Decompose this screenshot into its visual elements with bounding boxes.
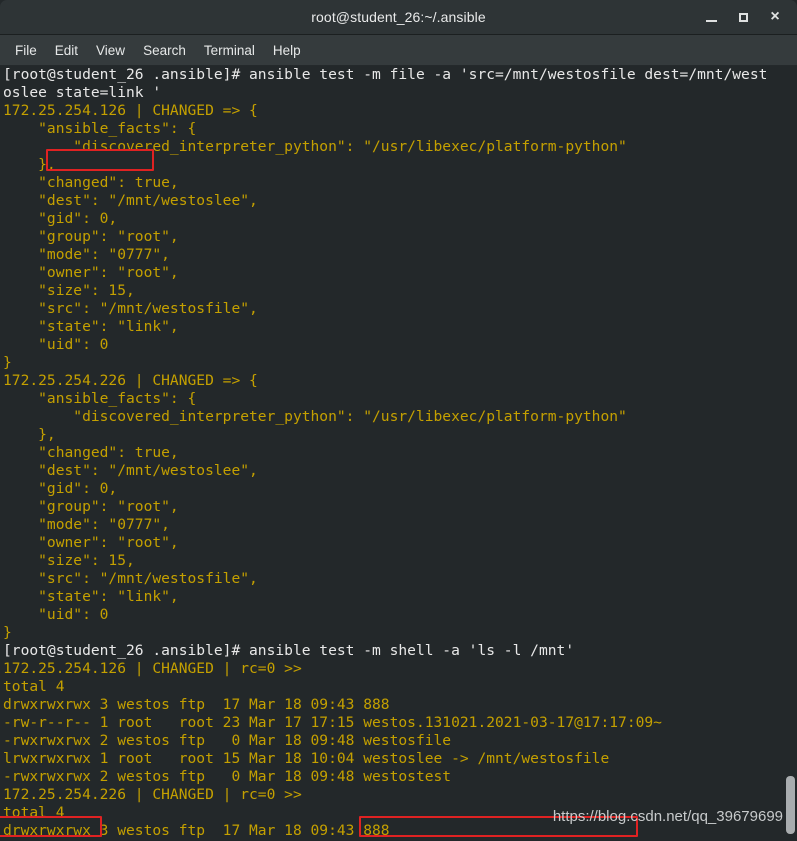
terminal-line: total 4	[3, 678, 65, 695]
terminal-line: "state": "link",	[3, 318, 179, 335]
terminal-line: "state": "link",	[3, 588, 179, 605]
terminal-line: "discovered_interpreter_python": "/usr/l…	[3, 138, 627, 155]
menu-item-search[interactable]: Search	[134, 39, 195, 62]
terminal-line: -rwxrwxrwx 2 westos ftp 0 Mar 18 09:48 w…	[3, 732, 452, 749]
terminal-line: -rw-r--r-- 1 root root 23 Mar 17 17:15 w…	[3, 714, 662, 731]
terminal-line: },	[3, 426, 56, 443]
close-button[interactable]: ×	[761, 3, 789, 31]
menu-item-edit[interactable]: Edit	[46, 39, 87, 62]
terminal-line: },	[3, 156, 56, 173]
terminal-line: "owner": "root",	[3, 264, 179, 281]
terminal-line: drwxrwxrwx 3 westos ftp 17 Mar 18 09:43 …	[3, 696, 390, 713]
menubar: File Edit View Search Terminal Help	[0, 35, 797, 66]
menu-item-terminal[interactable]: Terminal	[195, 39, 264, 62]
maximize-button[interactable]	[729, 3, 757, 31]
terminal-line: "owner": "root",	[3, 534, 179, 551]
scrollbar-thumb[interactable]	[786, 776, 795, 834]
terminal-line: "changed": true,	[3, 174, 179, 191]
terminal-line: "mode": "0777",	[3, 246, 170, 263]
terminal-line: 172.25.254.126 | CHANGED => {	[3, 102, 258, 119]
terminal-line: lrwxrwxrwx 1 root root 15 Mar 18 10:04 w…	[3, 750, 610, 767]
terminal-output-area[interactable]: [root@student_26 .ansible]# ansible test…	[0, 66, 797, 841]
terminal-line: -rwxrwxrwx 2 westos ftp 0 Mar 18 09:48 w…	[3, 768, 452, 785]
terminal-text: [root@student_26 .ansible]# ansible test…	[3, 66, 797, 840]
terminal-line: "ansible_facts": {	[3, 120, 197, 137]
terminal-line: "mode": "0777",	[3, 516, 170, 533]
menu-item-view[interactable]: View	[87, 39, 134, 62]
menu-item-help[interactable]: Help	[264, 39, 310, 62]
terminal-line: "dest": "/mnt/westoslee",	[3, 462, 258, 479]
terminal-line: "size": 15,	[3, 552, 135, 569]
menu-item-file[interactable]: File	[6, 39, 46, 62]
watermark-text: https://blog.csdn.net/qq_39679699	[552, 808, 783, 825]
terminal-line: "size": 15,	[3, 282, 135, 299]
terminal-line: "uid": 0	[3, 606, 109, 623]
terminal-line: "ansible_facts": {	[3, 390, 197, 407]
terminal-line: "dest": "/mnt/westoslee",	[3, 192, 258, 209]
terminal-window: root@student_26:~/.ansible × File Edit V…	[0, 0, 797, 841]
terminal-scrollbar[interactable]	[784, 66, 797, 841]
terminal-line: "src": "/mnt/westosfile",	[3, 300, 258, 317]
terminal-line: "group": "root",	[3, 498, 179, 515]
terminal-line: 172.25.254.226 | CHANGED | rc=0 >>	[3, 786, 302, 803]
window-title: root@student_26:~/.ansible	[311, 9, 486, 25]
terminal-line: }	[3, 624, 12, 641]
terminal-line: "group": "root",	[3, 228, 179, 245]
terminal-line: [root@student_26 .ansible]# ansible test…	[3, 66, 768, 83]
terminal-line: "src": "/mnt/westosfile",	[3, 570, 258, 587]
terminal-line: }	[3, 354, 12, 371]
terminal-line: "discovered_interpreter_python": "/usr/l…	[3, 408, 627, 425]
terminal-line: "gid": 0,	[3, 480, 118, 497]
terminal-line: [root@student_26 .ansible]# ansible test…	[3, 642, 575, 659]
minimize-button[interactable]	[697, 3, 725, 31]
terminal-line: 172.25.254.126 | CHANGED | rc=0 >>	[3, 660, 302, 677]
terminal-line: "changed": true,	[3, 444, 179, 461]
terminal-line: "uid": 0	[3, 336, 109, 353]
window-controls: ×	[697, 0, 789, 34]
terminal-line: oslee state=link '	[3, 84, 162, 101]
window-titlebar[interactable]: root@student_26:~/.ansible ×	[0, 0, 797, 35]
terminal-line: "gid": 0,	[3, 210, 118, 227]
terminal-line: 172.25.254.226 | CHANGED => {	[3, 372, 258, 389]
